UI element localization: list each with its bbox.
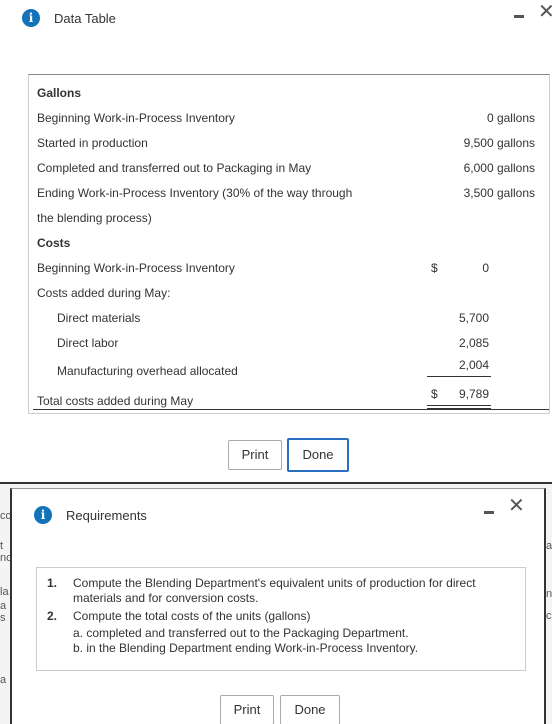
background-fragment: a <box>0 674 7 686</box>
print-button[interactable]: Print <box>228 440 282 470</box>
costs-added-label: Costs added during May: <box>37 286 171 300</box>
started-label: Started in production <box>37 136 148 150</box>
background-fragment: a <box>546 540 552 552</box>
total-value: 9,789 <box>458 387 489 401</box>
total-label: Total costs added during May <box>37 394 194 408</box>
data-table-titlebar: i Data Table ✕ <box>0 0 552 42</box>
mfg-overhead-label: Manufacturing overhead allocated <box>57 364 238 378</box>
requirements-dialog: i Requirements ✕ 1. Compute the Blending… <box>10 488 546 724</box>
info-icon: i <box>34 506 52 524</box>
mfg-overhead-value: 2,004 <box>458 358 489 372</box>
started-value: 9,500 gallons <box>463 136 535 150</box>
background-fragment: n <box>546 588 552 600</box>
ending-wip-value: 3,500 gallons <box>463 186 535 200</box>
costs-header: Costs <box>37 236 71 250</box>
costs-beginning-wip-label: Beginning Work-in-Process Inventory <box>37 261 235 275</box>
requirement-2-line1: Compute the total costs of the units (ga… <box>73 609 311 623</box>
gallons-header: Gallons <box>37 86 82 100</box>
costs-beginning-value: 0 <box>482 261 489 275</box>
background-fragment: t <box>0 540 4 552</box>
beginning-wip-label: Beginning Work-in-Process Inventory <box>37 111 235 125</box>
costs-beginning-dollar: $ <box>431 261 438 275</box>
direct-labor-label: Direct labor <box>57 336 119 350</box>
info-icon: i <box>22 9 40 27</box>
direct-materials-value: 5,700 <box>458 311 489 325</box>
data-table: Gallons Beginning Work-in-Process Invent… <box>28 74 550 414</box>
background-fragment: c <box>546 610 552 622</box>
requirement-2b: b. in the Blending Department ending Wor… <box>73 641 419 655</box>
requirements-list: 1. Compute the Blending Department's equ… <box>36 567 526 671</box>
print-button[interactable]: Print <box>220 695 274 724</box>
requirement-number: 2. <box>47 609 58 623</box>
total-double-underline-1 <box>427 405 491 406</box>
ending-wip-label-line2: the blending process) <box>37 211 152 225</box>
completed-value: 6,000 gallons <box>463 161 535 175</box>
completed-label: Completed and transferred out to Packagi… <box>37 161 312 175</box>
total-dollar: $ <box>431 387 438 401</box>
ending-wip-label-line1: Ending Work-in-Process Inventory (30% of… <box>37 186 353 200</box>
beginning-wip-value: 0 gallons <box>486 111 535 125</box>
background-fragment: a <box>0 600 7 612</box>
minimize-icon[interactable] <box>514 15 524 18</box>
requirement-1-line2: materials and for conversion costs. <box>73 591 259 605</box>
data-table-dialog: i Data Table ✕ Gallons Beginning Work-in… <box>0 0 552 484</box>
minimize-icon[interactable] <box>484 511 494 514</box>
requirement-1-line1: Compute the Blending Department's equiva… <box>73 576 476 590</box>
done-button[interactable]: Done <box>280 695 340 724</box>
dialog-title: Requirements <box>66 508 147 523</box>
close-icon[interactable]: ✕ <box>508 496 525 516</box>
requirement-number: 1. <box>47 576 58 590</box>
done-button[interactable]: Done <box>287 438 349 472</box>
direct-labor-value: 2,085 <box>458 336 489 350</box>
background-fragment: s <box>0 612 6 624</box>
total-row-border <box>33 409 549 410</box>
direct-materials-label: Direct materials <box>57 311 141 325</box>
background-fragment: la <box>0 586 9 598</box>
subtotal-underline <box>427 376 491 377</box>
close-icon[interactable]: ✕ <box>538 2 552 22</box>
dialog-title: Data Table <box>54 11 116 26</box>
requirement-2a: a. completed and transferred out to the … <box>73 626 409 640</box>
